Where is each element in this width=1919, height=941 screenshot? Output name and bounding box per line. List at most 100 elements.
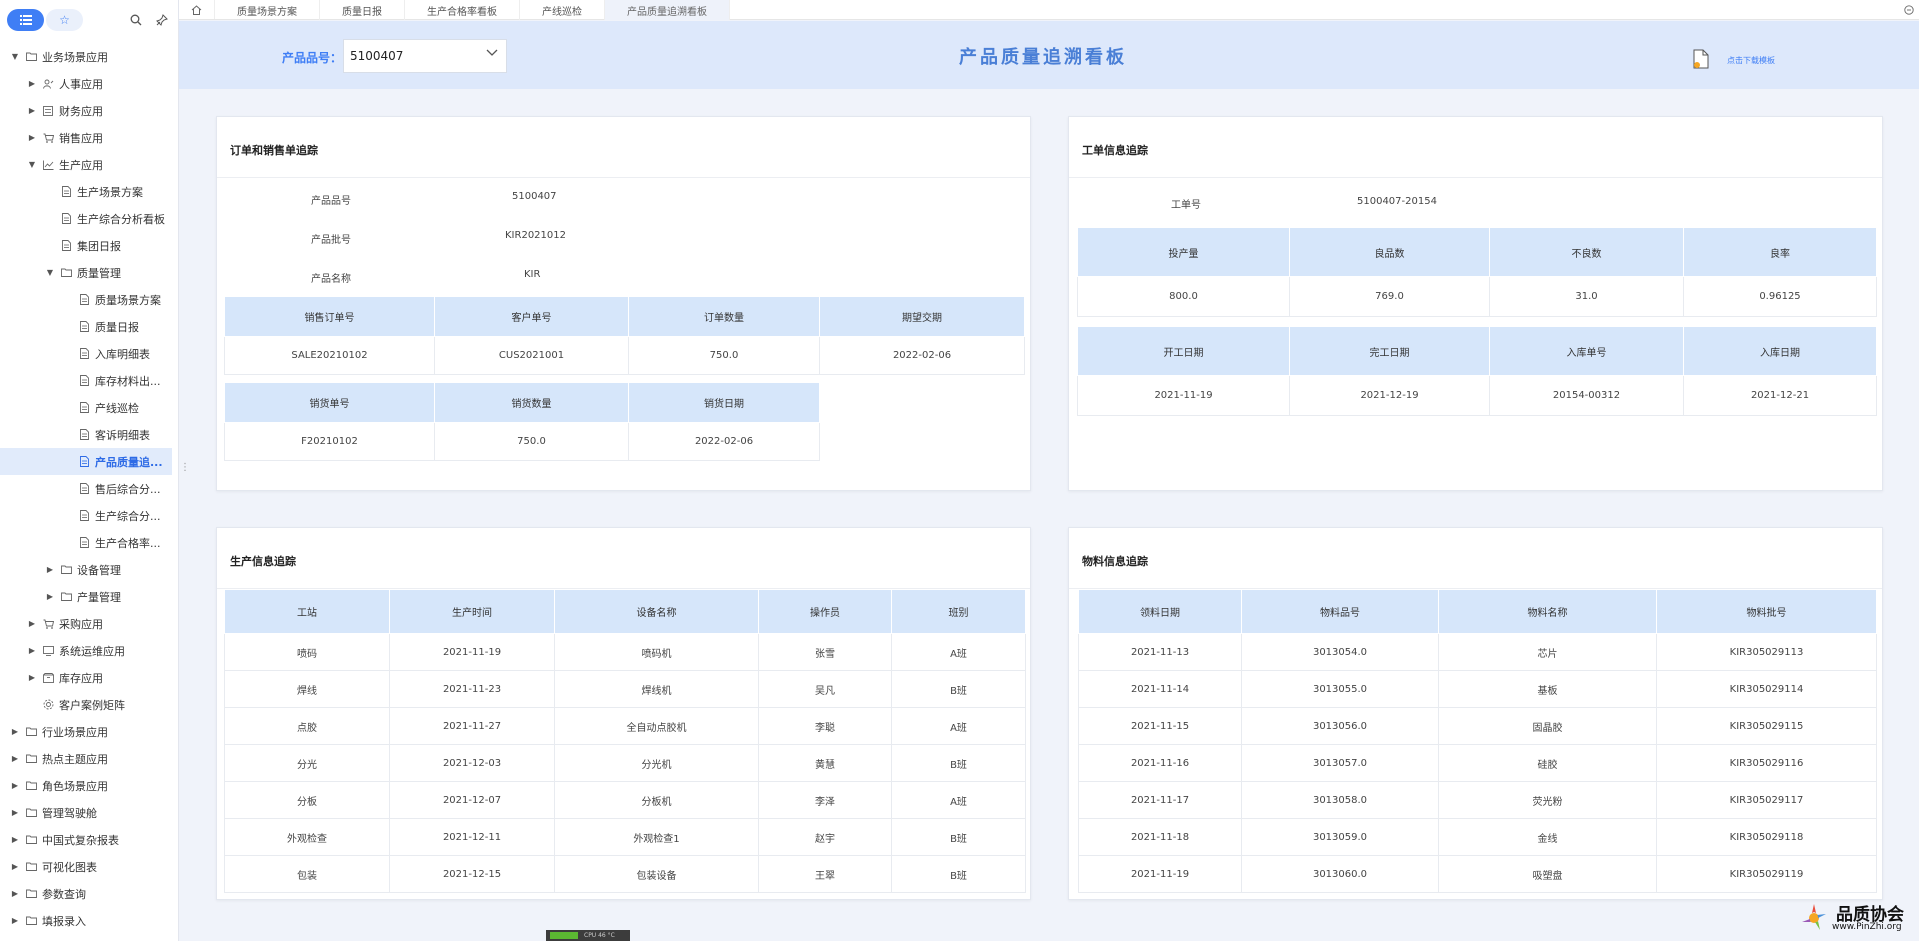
sidebar-item[interactable]: 生产综合分... (0, 502, 172, 529)
table-cell: 2021-11-19 (389, 633, 555, 671)
sidebar-item[interactable]: 质量日报 (0, 313, 172, 340)
home-tab[interactable] (179, 0, 215, 19)
card-title: 工单信息追踪 (1082, 144, 1148, 157)
caret-right-icon[interactable]: ▶ (45, 565, 55, 574)
sidebar-item[interactable]: ▶ 库存应用 (0, 664, 172, 691)
sidebar-item[interactable]: 生产合格率... (0, 529, 172, 556)
sidebar-item[interactable]: ▶ 采购应用 (0, 610, 172, 637)
caret-right-icon[interactable]: ▶ (10, 862, 20, 871)
sidebar-item[interactable]: ▼ 业务场景应用 (0, 43, 172, 70)
sidebar-item[interactable]: ▼ 质量管理 (0, 259, 172, 286)
sidebar-item[interactable]: ▶ 填报录入 (0, 907, 172, 934)
sidebar-item[interactable]: ▶ 热点主题应用 (0, 745, 172, 772)
table-cell: 吴凡 (758, 670, 892, 708)
card-title: 物料信息追踪 (1082, 555, 1148, 568)
sidebar-item[interactable]: ▶ 系统运维应用 (0, 637, 172, 664)
chart-icon (41, 160, 55, 170)
caret-right-icon[interactable]: ▶ (10, 727, 20, 736)
material-trace-card: 物料信息追踪 领料日期 物料品号 物料名称 物料批号 2021-11-13 301… (1068, 527, 1883, 900)
product-no-select[interactable]: 5100407 (343, 39, 507, 73)
tab-quality-daily[interactable]: 质量日报 (320, 0, 405, 20)
cart-icon (41, 619, 55, 629)
sidebar-item[interactable]: 库存材料出... (0, 367, 172, 394)
sidebar-item[interactable]: 入库明细表 (0, 340, 172, 367)
table-row: 2021-11-16 3013057.0 硅胶 KIR305029116 (1078, 744, 1877, 782)
sidebar-item-label: 参数查询 (42, 887, 86, 901)
sidebar-item[interactable]: ▶ 产量管理 (0, 583, 172, 610)
sidebar-item-label: 业务场景应用 (42, 50, 108, 64)
folder-icon (24, 727, 38, 736)
download-template-link[interactable]: 点击下载模板 (1727, 55, 1775, 66)
list-view-tab[interactable] (7, 9, 44, 31)
caret-right-icon[interactable]: ▶ (27, 646, 37, 655)
sidebar-item[interactable]: 产线巡检 (0, 394, 172, 421)
caret-down-icon[interactable]: ▼ (10, 52, 20, 61)
sidebar-item[interactable]: 客诉明细表 (0, 421, 172, 448)
tab-quality-scenario[interactable]: 质量场景方案 (215, 0, 320, 20)
sidebar-item[interactable]: ▶ 管理驾驶舱 (0, 799, 172, 826)
caret-right-icon[interactable]: ▶ (27, 673, 37, 682)
caret-right-icon[interactable]: ▶ (45, 592, 55, 601)
doc-icon (77, 402, 91, 413)
sidebar-item[interactable]: ▶ 可视化图表 (0, 853, 172, 880)
sidebar-item[interactable]: 生产场景方案 (0, 178, 172, 205)
column-header: 销货单号 (224, 382, 435, 423)
sidebar-item[interactable]: ▶ 人事应用 (0, 70, 172, 97)
sidebar-item[interactable]: ▼ 生产应用 (0, 151, 172, 178)
sidebar-item[interactable]: 集团日报 (0, 232, 172, 259)
sidebar-item[interactable]: 质量场景方案 (0, 286, 172, 313)
caret-right-icon[interactable]: ▶ (10, 916, 20, 925)
caret-right-icon[interactable]: ▶ (27, 106, 37, 115)
sidebar-item[interactable]: ▶ 角色场景应用 (0, 772, 172, 799)
pin-icon[interactable] (156, 14, 168, 26)
tab-quality-trace[interactable]: 产品质量追溯看板 (605, 0, 730, 20)
sidebar-item-label: 生产场景方案 (77, 185, 143, 199)
tab-label: 生产合格率看板 (427, 6, 497, 18)
sidebar-resize-handle[interactable]: ⋮ (180, 462, 190, 473)
sidebar-item-label: 客户案例矩阵 (59, 698, 125, 712)
table-cell: 分板机 (554, 781, 759, 819)
caret-right-icon[interactable]: ▶ (10, 754, 20, 763)
table-cell: 金线 (1438, 818, 1657, 856)
table-cell: 2021-11-14 (1078, 670, 1242, 708)
sidebar-item[interactable]: 产品质量追... (0, 448, 172, 475)
column-header: 物料批号 (1656, 589, 1877, 634)
sidebar-item[interactable]: ▶ 销售应用 (0, 124, 172, 151)
download-template-icon[interactable] (1693, 49, 1709, 69)
sidebar-item[interactable]: ▶ 设备管理 (0, 556, 172, 583)
sidebar-item[interactable]: ▶ 参数查询 (0, 880, 172, 907)
sidebar-item[interactable]: 生产综合分析看板 (0, 205, 172, 232)
work-order-trace-card: 工单信息追踪 工单号 5100407-20154 投产量 良品数 不良数 良率 … (1068, 116, 1883, 491)
caret-right-icon[interactable]: ▶ (27, 133, 37, 142)
sidebar-item-label: 热点主题应用 (42, 752, 108, 766)
sidebar-item[interactable]: 售后综合分... (0, 475, 172, 502)
caret-right-icon[interactable]: ▶ (10, 808, 20, 817)
table-cell: 2021-11-17 (1078, 781, 1242, 819)
table-cell: B班 (891, 855, 1026, 893)
sidebar-item[interactable]: ▶ 财务应用 (0, 97, 172, 124)
caret-right-icon[interactable]: ▶ (27, 619, 37, 628)
folder-icon (59, 565, 73, 574)
tab-pass-rate[interactable]: 生产合格率看板 (405, 0, 520, 20)
caret-right-icon[interactable]: ▶ (10, 889, 20, 898)
cart-icon (41, 133, 55, 143)
people-icon (41, 79, 55, 89)
caret-right-icon[interactable]: ▶ (27, 79, 37, 88)
folder-icon (24, 52, 38, 61)
favorites-tab[interactable]: ☆ (46, 9, 83, 31)
sidebar-item[interactable]: ▶ 中国式复杂报表 (0, 826, 172, 853)
caret-right-icon[interactable]: ▶ (10, 835, 20, 844)
tab-menu-button[interactable] (1899, 0, 1919, 19)
caret-right-icon[interactable]: ▶ (10, 781, 20, 790)
tab-label: 质量日报 (342, 6, 382, 18)
table-cell: 固晶胶 (1438, 707, 1657, 745)
caret-down-icon[interactable]: ▼ (45, 268, 55, 277)
caret-down-icon[interactable]: ▼ (27, 160, 37, 169)
sidebar-item-label: 可视化图表 (42, 860, 97, 874)
sidebar-item[interactable]: ▶ 行业场景应用 (0, 718, 172, 745)
tab-line-inspection[interactable]: 产线巡检 (520, 0, 605, 20)
search-icon[interactable] (130, 14, 142, 26)
column-header: 班别 (891, 589, 1026, 634)
sidebar-item[interactable]: 客户案例矩阵 (0, 691, 172, 718)
table-cell: 2021-11-15 (1078, 707, 1242, 745)
